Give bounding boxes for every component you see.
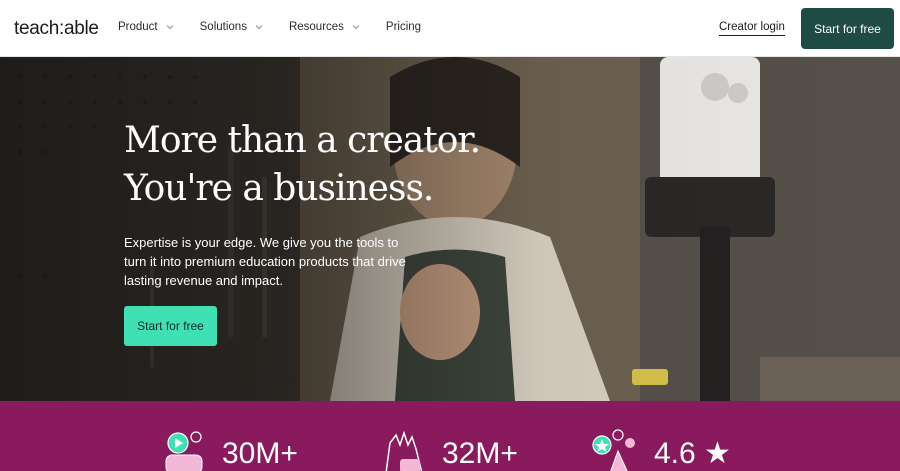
stat-item: 30M+ [160, 429, 298, 471]
hero-title: More than a creator. You're a business. [124, 117, 524, 213]
hero-overlay [0, 57, 900, 401]
start-for-free-button[interactable]: Start for free [801, 8, 894, 49]
stat-item: 32M+ [380, 429, 518, 471]
nav-resources-label: Resources [288, 21, 344, 33]
nav-solutions[interactable]: Solutions [200, 21, 265, 33]
nav-resources[interactable]: Resources [289, 21, 362, 33]
creator-login-link[interactable]: Creator login [719, 21, 785, 36]
teachable-logo[interactable]: teach:able [14, 18, 99, 40]
nav-solutions-label: Solutions [199, 21, 247, 33]
chevron-down-icon [253, 21, 265, 33]
chevron-down-icon [164, 21, 176, 33]
site-header: teach:able Product Solutions Resources P… [0, 0, 900, 57]
stats-band: 30M+ 32M+ 4.6 ★ [0, 401, 900, 471]
nav-pricing-label: Pricing [385, 21, 422, 33]
nav-product[interactable]: Product [118, 21, 176, 33]
hero-subtitle: Expertise is your edge. We give you the … [124, 235, 406, 288]
chevron-down-icon [350, 21, 362, 33]
stat-item: 4.6 ★ [592, 429, 731, 471]
star-badge-icon [592, 429, 635, 471]
stat-value: 30M+ [222, 437, 298, 470]
stat-value: 32M+ [442, 437, 518, 470]
hero-start-for-free-button[interactable]: Start for free [124, 306, 217, 346]
nav-pricing[interactable]: Pricing [386, 21, 421, 33]
hero-title-line-1: More than a creator. [124, 120, 481, 161]
hero-title-line-2: You're a business. [124, 168, 434, 209]
play-video-icon [165, 431, 203, 471]
nav-product-label: Product [118, 21, 158, 33]
raised-hands-icon [385, 430, 423, 471]
main-nav: Product Solutions Resources Pricing [118, 21, 421, 33]
hero-section: More than a creator. You're a business. … [0, 57, 900, 401]
stat-value: 4.6 ★ [654, 437, 731, 470]
